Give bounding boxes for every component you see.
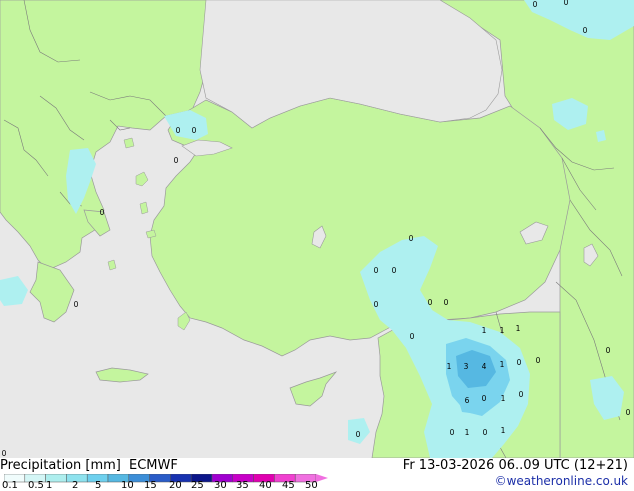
- amount-label: 0: [374, 266, 379, 275]
- island-lemnos: [123, 137, 135, 149]
- amount-label: 0: [356, 430, 361, 439]
- valid-time: Fr 13-03-2026 06..09 UTC (12+21): [402, 458, 628, 473]
- map-title-text: Precipitation [mm]: [0, 458, 121, 473]
- precipitation-map: 0 0 0 0 0 0 0 0 0 0 0 0 0 0 0 1 1 1 0 1 3 4 1 0 0 6 0 1 0 0 0 0 1 0 1 0: [0, 0, 634, 458]
- legend-tick-label: 30: [214, 480, 227, 491]
- amount-label: 0: [374, 300, 379, 309]
- amount-label: 0: [100, 208, 105, 217]
- amount-label: 0: [606, 346, 611, 355]
- amount-label: 0: [74, 300, 79, 309]
- amount-label: 0: [517, 358, 522, 367]
- amount-label: 1: [500, 360, 505, 369]
- copyright: ©weatheronline.co.uk: [494, 474, 628, 488]
- legend-tick-label: 40: [259, 480, 272, 491]
- legend-tick-label: 50: [305, 480, 318, 491]
- legend-tick-label: 45: [282, 480, 295, 491]
- map-footer: Precipitation [mm] ECMWF Fr 13-03-2026 0…: [0, 458, 634, 491]
- legend-tick-label: 2: [72, 480, 79, 491]
- amount-label: 1: [482, 326, 487, 335]
- legend-tick-label: 0.5: [28, 480, 44, 491]
- legend-tick-label: 15: [144, 480, 157, 491]
- amount-label: 0: [392, 266, 397, 275]
- legend-tick-label: 10: [121, 480, 134, 491]
- amount-label: 0: [174, 156, 179, 165]
- amount-label: 0: [519, 390, 524, 399]
- amount-label: 0: [482, 394, 487, 403]
- amount-label: 0: [2, 449, 7, 458]
- amount-label: 0: [626, 408, 631, 417]
- amount-label: 0: [533, 0, 538, 9]
- legend-tick-label: 35: [236, 480, 249, 491]
- amount-label: 3: [464, 362, 469, 371]
- amount-label: 4: [482, 362, 487, 371]
- amount-label: 0: [536, 356, 541, 365]
- amount-label: 6: [465, 396, 470, 405]
- legend-tick-label: 1: [46, 480, 53, 491]
- model-name: ECMWF: [129, 458, 178, 473]
- amount-label: 1: [501, 394, 506, 403]
- amount-label: 0: [450, 428, 455, 437]
- legend-tick-label: 20: [169, 480, 182, 491]
- amount-label: 1: [465, 428, 470, 437]
- amount-label: 1: [500, 326, 505, 335]
- map-title: Precipitation [mm] ECMWF: [0, 458, 178, 473]
- amount-label: 0: [444, 298, 449, 307]
- amount-label: 0: [564, 0, 569, 7]
- amount-label: 0: [409, 234, 414, 243]
- amount-label: 0: [583, 26, 588, 35]
- amount-label: 1: [501, 426, 506, 435]
- legend-tick-label: 0.1: [2, 480, 18, 491]
- amount-label: 0: [483, 428, 488, 437]
- amount-label: 0: [176, 126, 181, 135]
- legend-tick-label: 5: [95, 480, 102, 491]
- amount-label: 0: [428, 298, 433, 307]
- amount-label: 1: [516, 324, 521, 333]
- amount-label: 0: [192, 126, 197, 135]
- amount-label: 0: [410, 332, 415, 341]
- legend-tick-label: 25: [191, 480, 204, 491]
- legend-arrow-icon: [316, 474, 328, 482]
- amount-label: 1: [447, 362, 452, 371]
